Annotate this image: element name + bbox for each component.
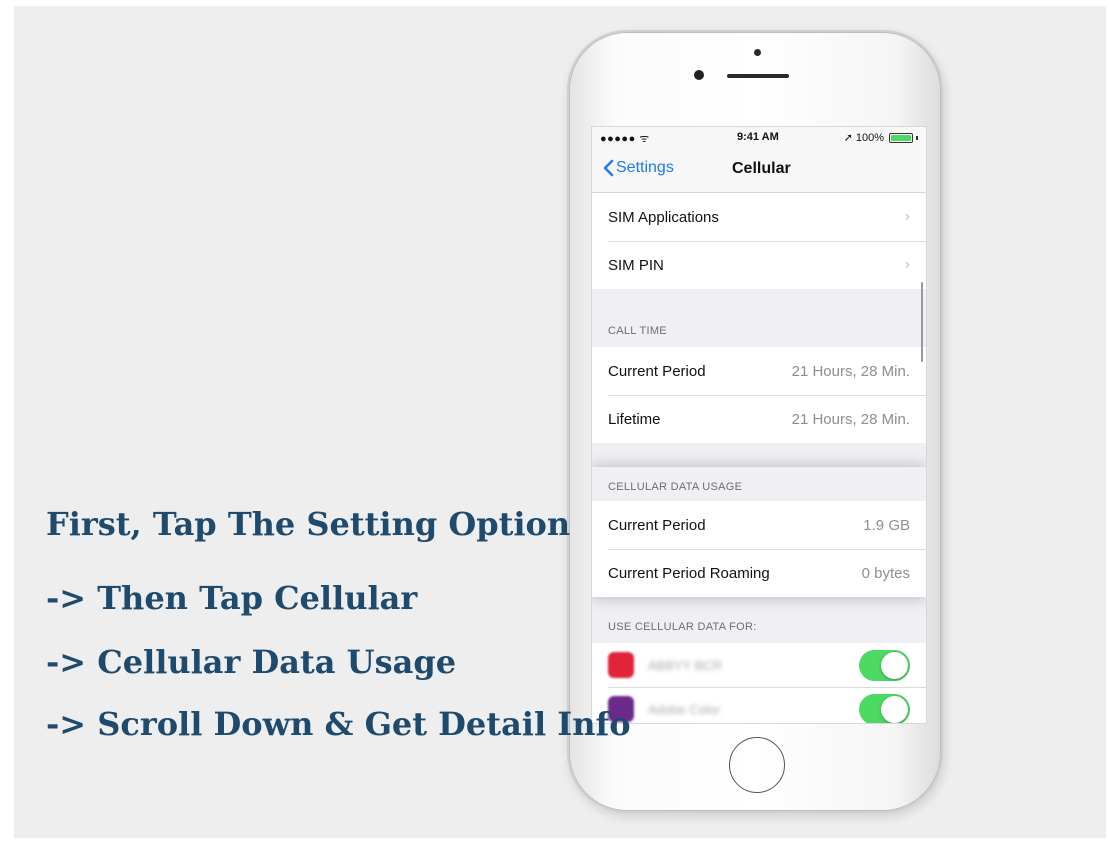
row-label: Lifetime [608, 410, 661, 428]
back-button-label: Settings [616, 159, 674, 176]
sim-applications-row[interactable]: SIM Applications › [592, 193, 926, 241]
back-button[interactable]: Settings [602, 159, 674, 177]
instruction-step-4: -> Scroll Down & Get Detail Info [46, 705, 631, 743]
row-value: 21 Hours, 28 Min. [791, 410, 910, 428]
instruction-step-3: -> Cellular Data Usage [46, 643, 457, 681]
phone-screen: ●●●●● ᯤ 9:41 AM ➚ 100% Settings Cellular [591, 126, 927, 724]
row-label: Current Period [608, 362, 706, 380]
battery-percent: 100% [855, 131, 884, 144]
battery-fill [891, 134, 911, 141]
cellular-data-usage-header: CELLULAR DATA USAGE [592, 467, 926, 501]
use-cellular-data-header: USE CELLULAR DATA FOR: [608, 621, 757, 633]
sim-pin-row[interactable]: SIM PIN › [592, 241, 926, 289]
navigation-bar: Settings Cellular [592, 149, 926, 193]
app-row-abbyy: ABBYY BCR [592, 643, 926, 687]
row-label: Current Period Roaming [608, 564, 770, 582]
toggle-knob [881, 651, 908, 679]
settings-list: SIM Applications › SIM PIN › CALL TIME C… [592, 193, 926, 723]
instruction-step-2: -> Then Tap Cellular [46, 579, 418, 617]
app-row-adobe-color: Adobe Color [592, 687, 926, 723]
proximity-sensor [754, 49, 761, 56]
row-value: 21 Hours, 28 Min. [791, 362, 910, 380]
cellular-toggle[interactable] [859, 693, 910, 723]
chevron-left-icon [603, 159, 614, 177]
status-right: ➚ 100% [844, 131, 918, 144]
row-label: Current Period [608, 516, 706, 534]
data-current-period-row: Current Period 1.9 GB [592, 501, 926, 549]
chevron-right-icon: › [904, 256, 910, 273]
row-value: 1.9 GB [863, 516, 910, 534]
row-label: SIM Applications [608, 208, 719, 226]
page-title: Cellular [732, 160, 791, 177]
signal-indicator: ●●●●● ᯤ [600, 133, 650, 145]
call-time-header: CALL TIME [608, 325, 667, 337]
home-button[interactable] [729, 737, 785, 793]
cellular-toggle[interactable] [859, 649, 910, 681]
cellular-data-usage-section: CELLULAR DATA USAGE Current Period 1.9 G… [592, 467, 926, 597]
instruction-step-1: First, Tap The Setting Option [46, 505, 571, 543]
status-bar: ●●●●● ᯤ 9:41 AM ➚ 100% [592, 127, 926, 149]
battery-icon [889, 132, 913, 143]
status-time: 9:41 AM [737, 131, 779, 143]
app-name: Adobe Color [648, 701, 721, 717]
app-name: ABBYY BCR [648, 657, 723, 673]
app-icon [608, 652, 634, 678]
phone-frame: ●●●●● ᯤ 9:41 AM ➚ 100% Settings Cellular [567, 30, 943, 813]
earpiece-speaker [727, 74, 789, 78]
call-time-current-period-row: Current Period 21 Hours, 28 Min. [592, 347, 926, 395]
location-arrow-icon: ➚ [843, 132, 853, 144]
battery-tip [916, 135, 918, 140]
chevron-right-icon: › [904, 208, 910, 225]
front-camera [694, 70, 704, 80]
toggle-knob [881, 695, 908, 723]
scroll-indicator[interactable] [920, 282, 923, 362]
row-label: SIM PIN [608, 256, 664, 274]
row-value: 0 bytes [861, 564, 910, 582]
call-time-lifetime-row: Lifetime 21 Hours, 28 Min. [592, 395, 926, 443]
data-roaming-row: Current Period Roaming 0 bytes [592, 549, 926, 597]
